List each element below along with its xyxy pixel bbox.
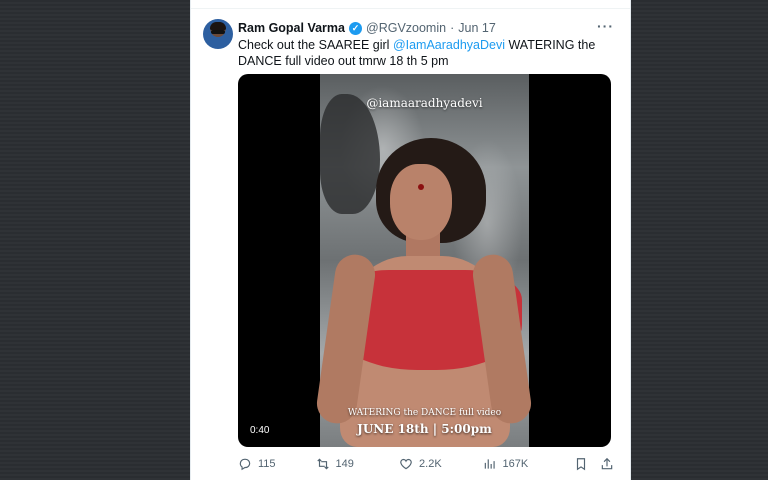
- retweet-icon: [316, 458, 329, 470]
- like-icon: [400, 458, 412, 470]
- subject-face: [390, 164, 452, 240]
- mention-link[interactable]: @IamAaradhyaDevi: [393, 38, 505, 52]
- separator-dot: ·: [450, 21, 455, 35]
- share-icon[interactable]: [600, 457, 614, 471]
- video-frame[interactable]: @iamaaradhyadevi WATERING the DANCE full…: [314, 74, 534, 447]
- tweet-date[interactable]: Jun 17: [458, 21, 496, 35]
- retweet-button[interactable]: 149: [316, 457, 400, 471]
- action-group-right: [574, 457, 614, 471]
- retweet-count: 149: [335, 458, 354, 470]
- like-button[interactable]: 2.2K: [399, 457, 483, 471]
- video-duration: 0:40: [250, 425, 270, 436]
- right-background: [631, 0, 768, 480]
- like-count: 2.2K: [419, 458, 442, 470]
- tweet-text-before: Check out the SAAREE girl: [238, 38, 393, 52]
- avatar[interactable]: [203, 19, 233, 49]
- views-icon: [484, 459, 495, 469]
- tweet-text: Check out the SAAREE girl @IamAaradhyaDe…: [238, 37, 608, 69]
- left-background: [0, 0, 190, 480]
- rock-shape: [320, 94, 380, 214]
- video-watermark: @iamaaradhyadevi: [366, 96, 483, 110]
- bookmark-icon[interactable]: [574, 457, 588, 471]
- reply-button[interactable]: 115: [238, 457, 316, 471]
- verified-icon: ✓: [349, 21, 362, 35]
- video-caption-line1: WATERING the DANCE full video: [347, 408, 502, 418]
- avatar-glasses: [211, 30, 225, 34]
- avatar-hair: [210, 22, 226, 30]
- subject-bindi: [418, 184, 424, 190]
- views-count: 167K: [502, 458, 529, 470]
- author-handle[interactable]: @RGVzoomin: [366, 21, 446, 35]
- more-icon[interactable]: ···: [597, 18, 614, 34]
- reply-icon: [239, 458, 251, 471]
- reply-count: 115: [258, 458, 276, 470]
- video-player[interactable]: @iamaaradhyadevi WATERING the DANCE full…: [238, 74, 611, 447]
- tweet-actions: 115 149 2.2K 167K: [238, 456, 614, 472]
- video-caption-line2: JUNE 18th | 5:00pm: [357, 422, 492, 436]
- tweet-card[interactable]: Ram Gopal Varma ✓ @RGVzoomin · Jun 17 ··…: [190, 0, 631, 480]
- views-button[interactable]: 167K: [483, 457, 574, 471]
- divider: [191, 8, 630, 9]
- tweet-header: Ram Gopal Varma ✓ @RGVzoomin · Jun 17 ··…: [238, 18, 614, 36]
- author-name[interactable]: Ram Gopal Varma: [238, 21, 345, 35]
